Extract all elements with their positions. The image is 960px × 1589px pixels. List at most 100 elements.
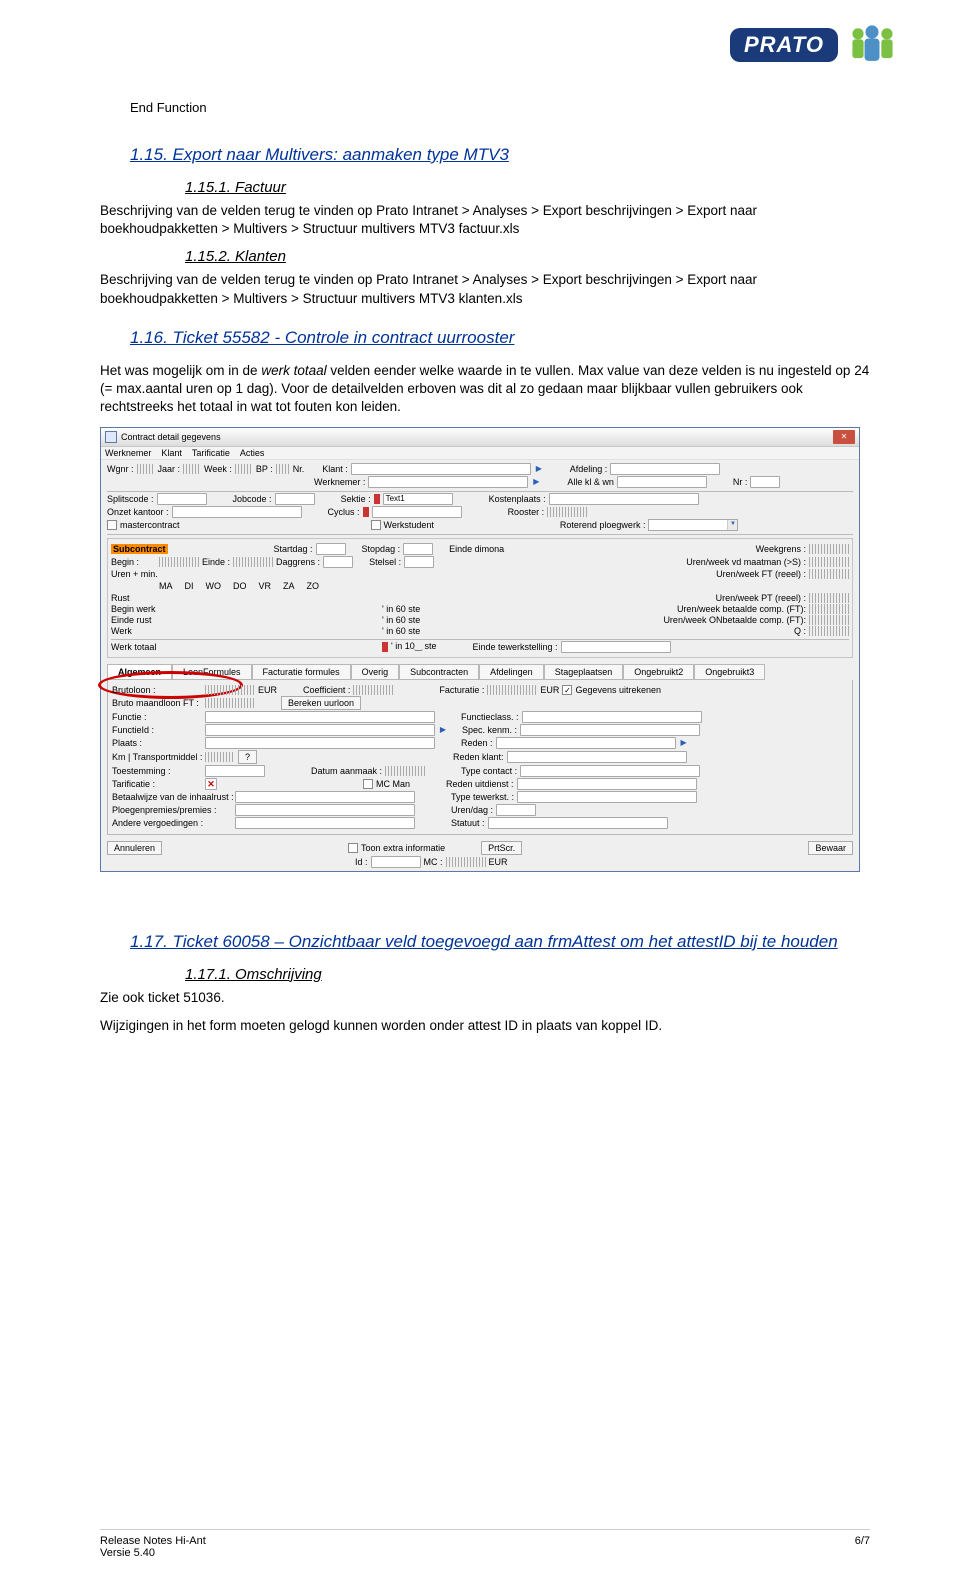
label-ploegen: Ploegenpremies/premies : xyxy=(112,805,232,815)
field-typetewerkst[interactable] xyxy=(517,791,697,803)
field-functieid[interactable] xyxy=(205,724,435,736)
field-begin[interactable] xyxy=(159,557,199,567)
tab-facturatie-formules[interactable]: Facturatie formules xyxy=(252,664,351,680)
field-plaats[interactable] xyxy=(205,737,435,749)
field-startdag[interactable] xyxy=(316,543,346,555)
button-bereken-uurloon[interactable]: Bereken uurloon xyxy=(281,696,361,710)
field-jobcode[interactable] xyxy=(275,493,315,505)
field-statuut[interactable] xyxy=(488,817,668,829)
close-button[interactable]: ✕ xyxy=(833,430,855,444)
field-wgnr[interactable] xyxy=(137,464,155,474)
field-cyclus[interactable] xyxy=(372,506,462,518)
field-uwftr[interactable] xyxy=(809,569,849,579)
field-functieclass[interactable] xyxy=(522,711,702,723)
field-typecontact[interactable] xyxy=(520,765,700,777)
field-km[interactable] xyxy=(205,752,235,762)
menu-werknemer[interactable]: Werknemer xyxy=(105,448,151,458)
logo-people-icon xyxy=(844,23,900,68)
field-redenklant[interactable] xyxy=(507,751,687,763)
menu-klant[interactable]: Klant xyxy=(161,448,182,458)
subcontract-box: Subcontract Startdag : Stopdag : Einde d… xyxy=(107,538,853,658)
tab-stageplaatsen[interactable]: Stageplaatsen xyxy=(544,664,624,680)
checkbox-werkstudent[interactable] xyxy=(371,520,381,530)
embedded-screenshot: Contract detail gegevens ✕ Werknemer Kla… xyxy=(100,427,860,872)
button-prtscr[interactable]: PrtScr. xyxy=(481,841,522,855)
tab-loonformules[interactable]: LoonFormules xyxy=(172,664,252,680)
field-q[interactable] xyxy=(809,626,849,636)
field-alle[interactable] xyxy=(617,476,707,488)
field-einde[interactable] xyxy=(233,557,273,567)
tab-overig[interactable]: Overig xyxy=(351,664,400,680)
arrow-icon[interactable]: ▶ xyxy=(531,477,541,487)
field-bruto-maand[interactable] xyxy=(205,698,255,708)
tab-ongebruikt2[interactable]: Ongebruikt2 xyxy=(623,664,694,680)
field-datum[interactable] xyxy=(385,766,425,776)
field-tarificatie-x[interactable]: ✕ xyxy=(205,778,217,790)
checkbox-gegevens[interactable]: ✓ xyxy=(562,685,572,695)
field-redenuitdienst[interactable] xyxy=(517,778,697,790)
field-coefficient[interactable] xyxy=(353,685,393,695)
combo-roterend[interactable]: ▼ xyxy=(648,519,738,531)
label-afdeling: Afdeling : xyxy=(570,464,608,474)
field-kostenplaats[interactable] xyxy=(549,493,699,505)
field-toestemming[interactable] xyxy=(205,765,265,777)
arrow-icon[interactable]: ▶ xyxy=(679,738,689,748)
arrow-icon[interactable]: ▶ xyxy=(438,725,448,735)
checkbox-master[interactable] xyxy=(107,520,117,530)
field-sektie[interactable]: Text1 xyxy=(383,493,453,505)
field-functie[interactable] xyxy=(205,711,435,723)
checkbox-toon-extra[interactable] xyxy=(348,843,358,853)
arrow-icon[interactable]: ▶ xyxy=(534,464,544,474)
field-klant[interactable] xyxy=(351,463,531,475)
label-roterend: Roterend ploegwerk : xyxy=(560,520,646,530)
field-stelsel[interactable] xyxy=(404,556,434,568)
field-afdeling[interactable] xyxy=(610,463,720,475)
label-toestemming: Toestemming : xyxy=(112,766,202,776)
field-stopdag[interactable] xyxy=(403,543,433,555)
field-daggrens[interactable] xyxy=(323,556,353,568)
button-bewaar[interactable]: Bewaar xyxy=(808,841,853,855)
tab-subcontracten[interactable]: Subcontracten xyxy=(399,664,479,680)
field-mc[interactable] xyxy=(446,857,486,867)
field-uwvdm[interactable] xyxy=(809,557,849,567)
tab-afdelingen[interactable]: Afdelingen xyxy=(479,664,544,680)
body-1-17-a: Zie ook ticket 51036. xyxy=(100,989,870,1007)
field-facturatie[interactable] xyxy=(487,685,537,695)
field-brutoloon[interactable] xyxy=(205,685,255,695)
tab-ongebruikt3[interactable]: Ongebruikt3 xyxy=(694,664,765,680)
field-onzet[interactable] xyxy=(172,506,302,518)
label-week: Week : xyxy=(204,464,232,474)
field-bp[interactable] xyxy=(276,464,290,474)
field-reden[interactable] xyxy=(496,737,676,749)
field-uwptr[interactable] xyxy=(809,593,849,603)
label-typecontact: Type contact : xyxy=(461,766,517,776)
end-function-text: End Function xyxy=(130,100,870,115)
field-werknemer[interactable] xyxy=(368,476,528,488)
field-week[interactable] xyxy=(235,464,253,474)
tab-algemeen[interactable]: Algemeen xyxy=(107,664,172,680)
label-werk: Werk xyxy=(111,626,156,636)
field-uwbc[interactable] xyxy=(809,604,849,614)
field-ploegen[interactable] xyxy=(235,804,415,816)
button-question[interactable]: ? xyxy=(238,750,257,764)
field-unbc[interactable] xyxy=(809,615,849,625)
field-betaalwijze[interactable] xyxy=(235,791,415,803)
checkbox-mcman[interactable] xyxy=(363,779,373,789)
menu-acties[interactable]: Acties xyxy=(240,448,265,458)
label-master: mastercontract xyxy=(120,520,180,530)
cyclus-marker xyxy=(363,507,369,517)
field-weekgrens[interactable] xyxy=(809,544,849,554)
field-splitscode[interactable] xyxy=(157,493,207,505)
field-andere[interactable] xyxy=(235,817,415,829)
field-urendag[interactable] xyxy=(496,804,536,816)
field-nr2[interactable] xyxy=(750,476,780,488)
field-jaar[interactable] xyxy=(183,464,201,474)
label-andere: Andere vergoedingen : xyxy=(112,818,232,828)
field-speckenm[interactable] xyxy=(520,724,700,736)
field-eindetw[interactable] xyxy=(561,641,671,653)
button-annuleren[interactable]: Annuleren xyxy=(107,841,162,855)
field-rooster[interactable] xyxy=(547,507,587,517)
label-begin: Begin : xyxy=(111,557,156,567)
menu-tarificatie[interactable]: Tarificatie xyxy=(192,448,230,458)
field-id[interactable] xyxy=(371,856,421,868)
